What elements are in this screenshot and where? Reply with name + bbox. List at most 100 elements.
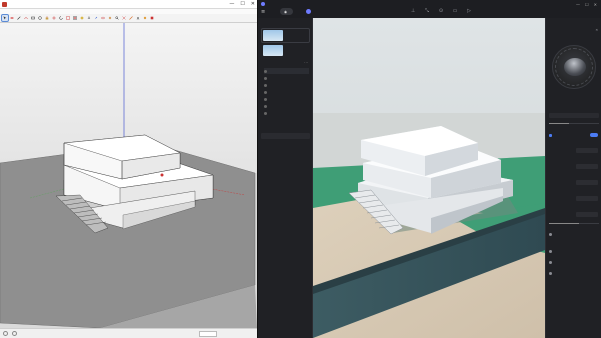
select-icon[interactable] — [1, 14, 9, 22]
modeling-window: — ☐ ✕ A — [0, 0, 257, 338]
text-icon[interactable]: A — [86, 15, 92, 21]
layer-row[interactable] — [264, 110, 309, 116]
tape-icon[interactable] — [79, 15, 85, 21]
screenshot-icon[interactable]: ▭ — [452, 8, 458, 14]
property-value[interactable] — [576, 148, 598, 153]
property-value[interactable] — [576, 212, 598, 217]
effect-icon — [549, 260, 552, 264]
focus-icon[interactable]: ⊙ — [438, 8, 444, 14]
eye-icon[interactable] — [264, 83, 267, 87]
minimize-button[interactable]: — — [576, 2, 580, 7]
status-bar — [0, 328, 257, 338]
effect-row[interactable] — [549, 248, 599, 254]
properties-panel: ✕ — [545, 18, 601, 338]
screen: — ☐ ✕ A ≡ ◉ ⊥ ⤡ ⊙ ▭ ▷ — ☐ ✕ ⋯ ✕ — [0, 0, 601, 338]
title-bar: — ☐ ✕ — [0, 0, 257, 9]
eraser-icon[interactable] — [9, 15, 15, 21]
scale-icon[interactable] — [65, 15, 71, 21]
offset-icon[interactable] — [72, 15, 78, 21]
material-row[interactable] — [262, 149, 309, 155]
effect-icon — [549, 232, 552, 236]
layer-row[interactable] — [264, 103, 309, 109]
eye-icon[interactable] — [264, 76, 267, 80]
arc-icon[interactable] — [23, 15, 29, 21]
layer-row[interactable] — [264, 75, 309, 81]
slider[interactable] — [549, 123, 599, 124]
circle-icon[interactable] — [37, 15, 43, 21]
mode-pill[interactable]: ◉ — [280, 8, 294, 15]
render-window: ≡ ◉ ⊥ ⤡ ⊙ ▭ ▷ — ☐ ✕ ⋯ ✕ — [258, 0, 601, 338]
eye-icon[interactable] — [264, 104, 267, 108]
environment-select[interactable] — [549, 113, 599, 118]
section-icon[interactable] — [128, 15, 134, 21]
eye-icon[interactable] — [264, 111, 267, 115]
effect-icon — [549, 249, 552, 253]
close-button[interactable]: ✕ — [251, 1, 255, 7]
info-icon — [3, 331, 8, 336]
minimize-button[interactable]: — — [229, 1, 234, 7]
menu-icon[interactable]: ≡ — [261, 9, 267, 15]
scene-panel: ⋯ — [258, 18, 313, 338]
scene-thumbnail — [263, 45, 283, 56]
orbit-icon[interactable] — [100, 15, 106, 21]
app-logo-icon — [261, 2, 265, 6]
pan-icon[interactable] — [107, 15, 113, 21]
effect-row[interactable] — [549, 270, 599, 276]
effect-icon — [549, 271, 552, 275]
effect-row[interactable] — [549, 231, 599, 237]
view-tools: ⊥ ⤡ ⊙ ▭ ▷ — [410, 8, 472, 14]
paint-icon[interactable] — [93, 15, 99, 21]
tool-bar: A — [0, 14, 257, 23]
sun-direction-dial[interactable] — [552, 45, 596, 89]
layer-row[interactable] — [264, 82, 309, 88]
close-button[interactable]: ✕ — [594, 2, 597, 7]
layer-options-icon[interactable]: ⋯ — [304, 60, 308, 65]
maximize-button[interactable]: ☐ — [240, 1, 244, 7]
extension-icon[interactable] — [149, 15, 155, 21]
property-value[interactable] — [576, 180, 598, 185]
maximize-button[interactable]: ☐ — [585, 2, 589, 7]
toggle-switch[interactable] — [590, 133, 598, 137]
pin-icon[interactable]: ⊥ — [410, 8, 416, 14]
eye-icon[interactable] — [264, 90, 267, 94]
render-scene — [313, 18, 545, 338]
eye-icon[interactable] — [264, 69, 267, 73]
window-controls: — ☐ ✕ — [576, 2, 597, 7]
measurements-box[interactable] — [199, 331, 217, 337]
walk-icon[interactable] — [135, 15, 141, 21]
render-viewport[interactable] — [313, 18, 545, 338]
modeling-viewport[interactable] — [0, 23, 257, 328]
geo-icon — [12, 331, 17, 336]
app-icon — [2, 1, 7, 7]
scene-card[interactable] — [261, 28, 310, 43]
render-toolbar: ≡ ◉ ⊥ ⤡ ⊙ ▭ ▷ — ☐ ✕ — [258, 0, 601, 18]
model-scene — [0, 23, 257, 328]
scene-card[interactable] — [262, 44, 309, 57]
sync-icon[interactable] — [306, 9, 311, 14]
checkbox[interactable] — [549, 133, 552, 137]
svg-text:A: A — [88, 16, 91, 20]
slider[interactable] — [549, 223, 599, 224]
material-search-input[interactable] — [261, 133, 310, 139]
frame-icon[interactable]: ⤡ — [424, 8, 430, 14]
layer-row[interactable] — [264, 68, 309, 74]
effect-row[interactable] — [549, 259, 599, 265]
scene-thumbnail — [263, 30, 283, 41]
eye-icon[interactable] — [264, 97, 267, 101]
pencil-icon[interactable] — [16, 15, 22, 21]
video-icon[interactable]: ▷ — [466, 8, 472, 14]
rotate-icon[interactable] — [58, 15, 64, 21]
move-icon[interactable] — [51, 15, 57, 21]
pushpull-icon[interactable] — [44, 15, 50, 21]
property-value[interactable] — [576, 164, 598, 169]
settings-icon[interactable] — [142, 15, 148, 21]
zoom-extents-icon[interactable] — [121, 15, 127, 21]
zoom-icon[interactable] — [114, 15, 120, 21]
sun-preview-sphere — [564, 58, 586, 76]
material-row[interactable] — [262, 142, 309, 148]
layer-row[interactable] — [264, 96, 309, 102]
panel-close-icon[interactable]: ✕ — [595, 28, 598, 32]
property-value[interactable] — [576, 196, 598, 201]
rectangle-icon[interactable] — [30, 15, 36, 21]
layer-row[interactable] — [264, 89, 309, 95]
